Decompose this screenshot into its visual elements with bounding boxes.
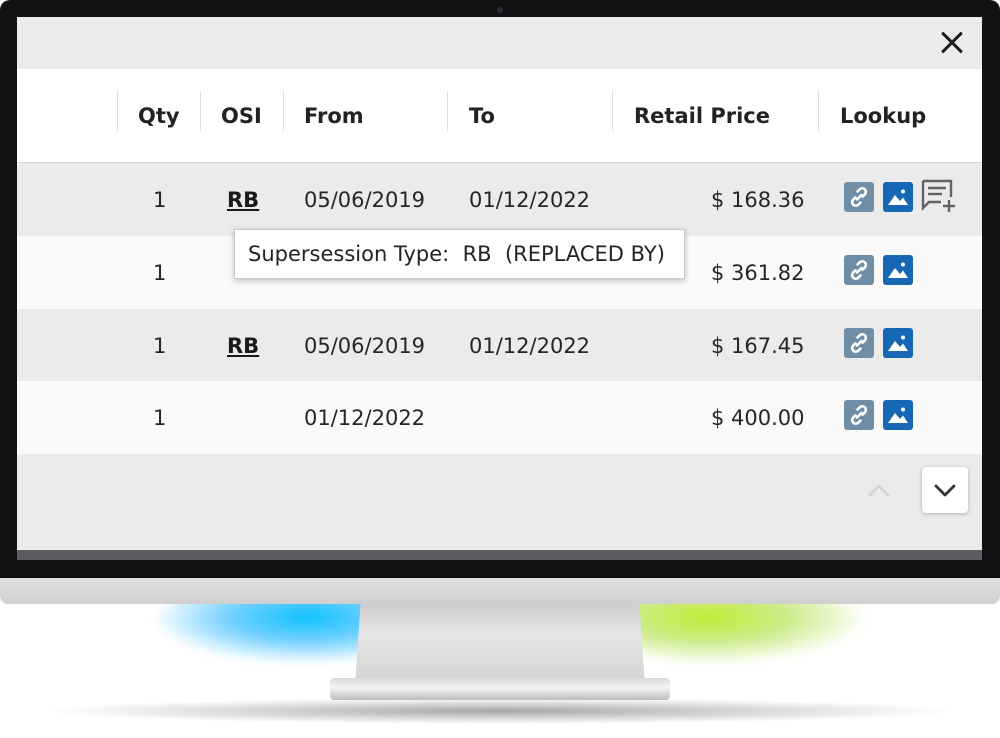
header-qty: Qty — [138, 103, 180, 128]
price-cell: $ 168.36 — [711, 187, 805, 212]
status-strip — [17, 550, 982, 560]
column-divider — [283, 91, 284, 131]
webcam — [497, 7, 503, 13]
from-cell: 01/12/2022 — [304, 405, 426, 430]
qty-cell: 1 — [153, 187, 167, 212]
add-note-icon[interactable] — [920, 178, 958, 214]
monitor-stand-neck — [355, 600, 645, 685]
stand-shadow — [40, 698, 960, 724]
header-lookup: Lookup — [840, 103, 927, 128]
table-row: 1 RB 05/06/2019 01/12/2022 $ 167.45 — [17, 309, 982, 382]
table-footer — [17, 454, 982, 550]
qty-cell: 1 — [153, 260, 167, 285]
image-icon[interactable] — [883, 255, 913, 285]
supersession-tooltip: Supersession Type: RB (REPLACED BY) — [234, 229, 685, 279]
link-icon[interactable] — [844, 328, 874, 358]
link-icon[interactable] — [844, 255, 874, 285]
link-icon[interactable] — [844, 400, 874, 430]
from-cell: 05/06/2019 — [304, 187, 426, 212]
from-cell: 05/06/2019 — [304, 333, 426, 358]
close-icon[interactable] — [935, 25, 969, 59]
column-divider — [117, 91, 118, 131]
monitor-stand-base — [330, 678, 670, 700]
header-retail-price: Retail Price — [634, 103, 770, 128]
osi-link[interactable]: RB — [227, 334, 259, 358]
dialog-top-bar — [17, 17, 982, 69]
qty-cell: 1 — [153, 333, 167, 358]
image-icon[interactable] — [883, 328, 913, 358]
chevron-down-icon — [934, 484, 956, 497]
scroll-down-button[interactable] — [922, 467, 968, 513]
price-cell: $ 167.45 — [711, 333, 805, 358]
header-osi: OSI — [221, 103, 262, 128]
to-cell: 01/12/2022 — [469, 333, 591, 358]
price-cell: $ 361.82 — [711, 260, 805, 285]
app-screen: Qty OSI From To Retail Price Lookup 1 RB… — [17, 17, 982, 560]
monitor-chin — [0, 576, 1000, 604]
column-divider — [612, 91, 613, 131]
column-divider — [818, 91, 819, 131]
link-icon[interactable] — [844, 182, 874, 212]
to-cell: 01/12/2022 — [469, 187, 591, 212]
table-header: Qty OSI From To Retail Price Lookup — [17, 69, 982, 163]
column-divider — [200, 91, 201, 131]
qty-cell: 1 — [153, 405, 167, 430]
chevron-up-icon[interactable] — [863, 478, 895, 502]
column-divider — [447, 91, 448, 131]
image-icon[interactable] — [883, 400, 913, 430]
table-row: 1 RB 05/06/2019 01/12/2022 $ 168.36 — [17, 163, 982, 236]
header-from: From — [304, 103, 364, 128]
osi-link[interactable]: RB — [227, 188, 259, 212]
table-row: 1 01/12/2022 $ 400.00 — [17, 381, 982, 454]
image-icon[interactable] — [883, 182, 913, 212]
price-cell: $ 400.00 — [711, 405, 805, 430]
header-to: To — [469, 103, 495, 128]
